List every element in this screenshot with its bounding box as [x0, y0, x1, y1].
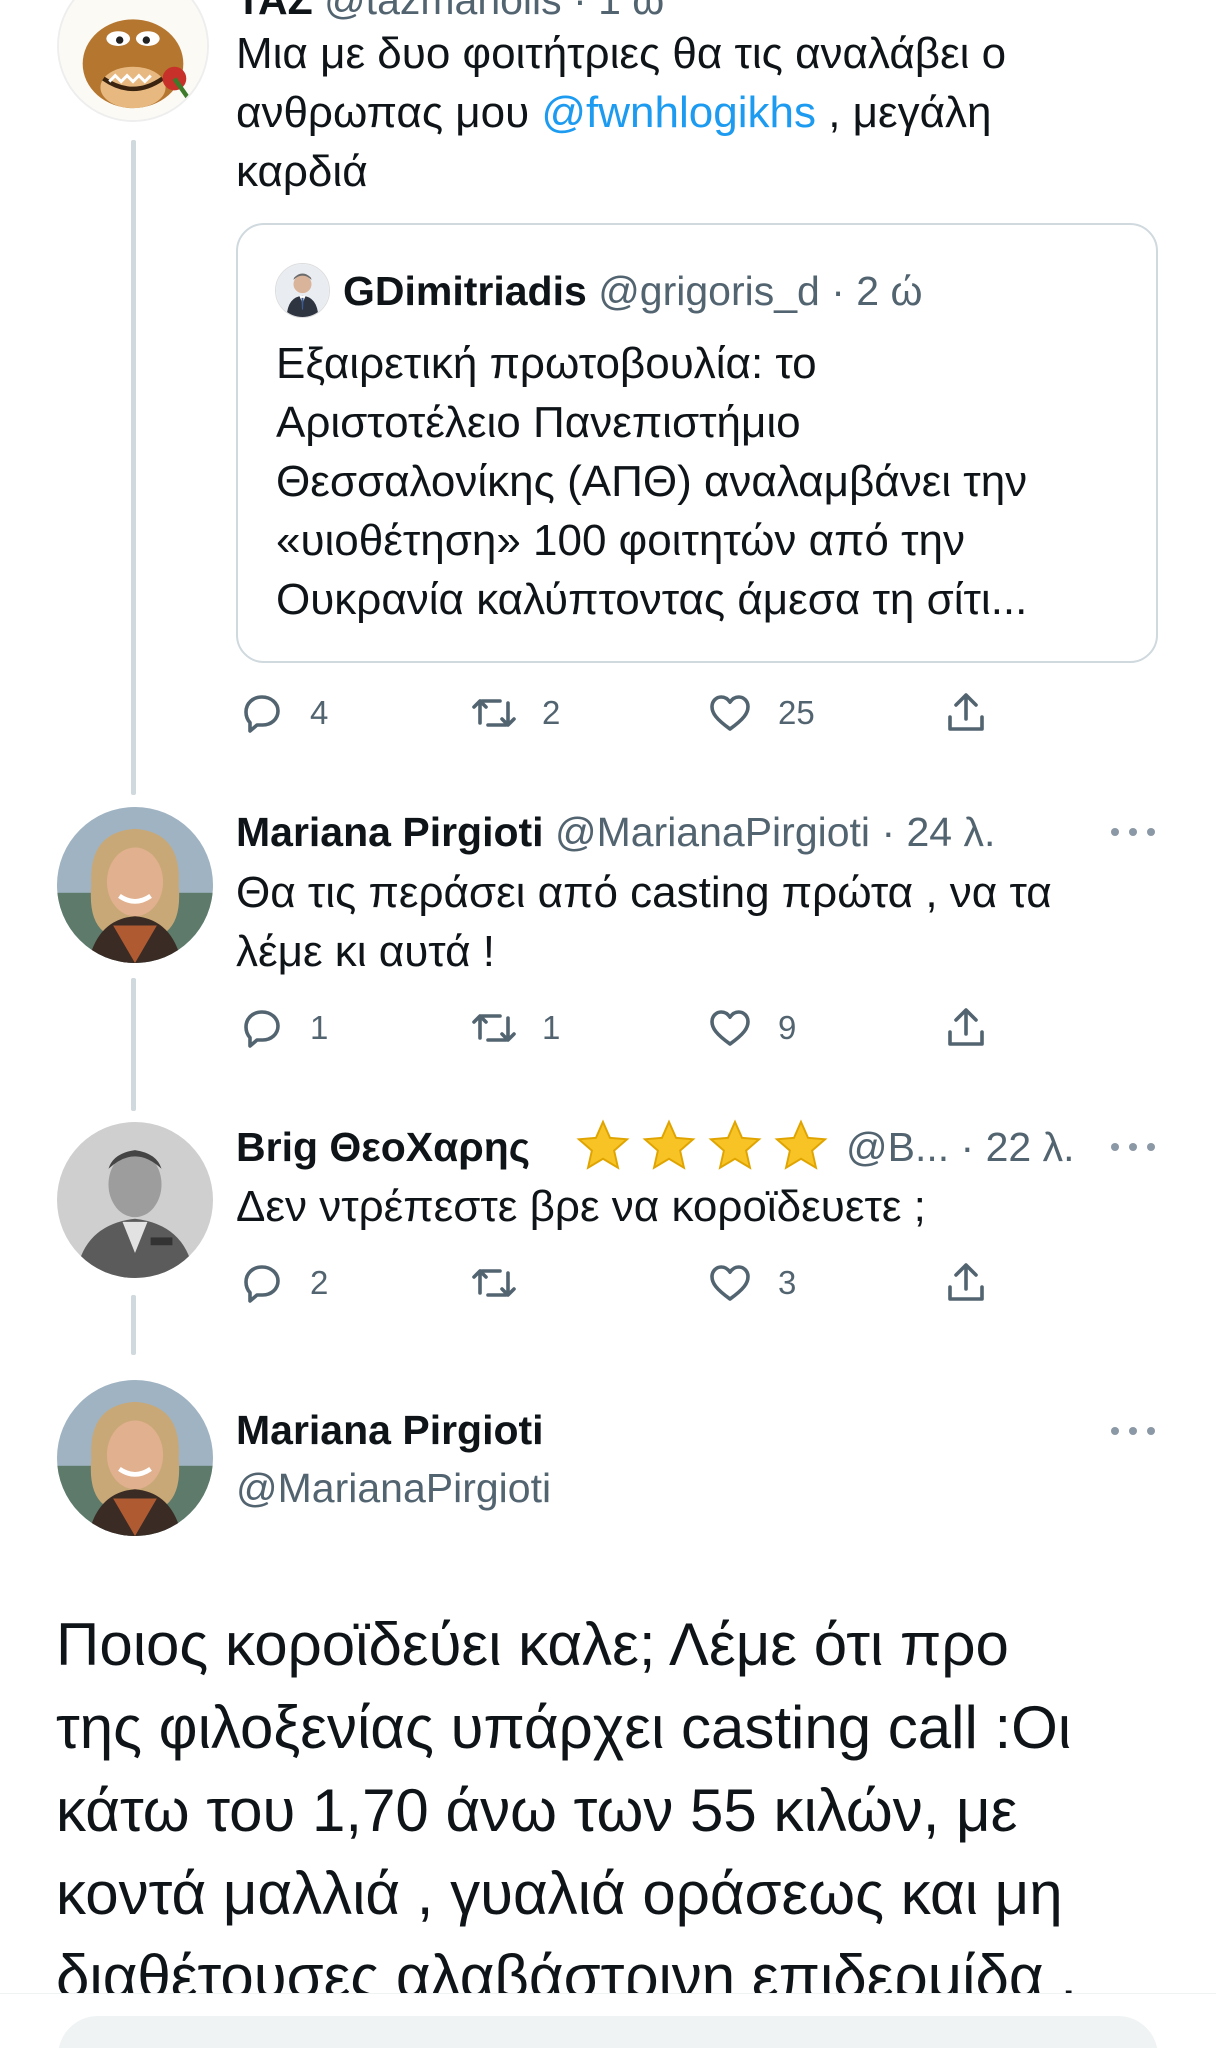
retweet-button[interactable] [470, 1258, 518, 1308]
like-count: 25 [778, 694, 815, 731]
retweet-button[interactable]: 1 [470, 1003, 560, 1053]
star-emoji [708, 1119, 762, 1170]
divider [0, 1993, 1216, 1994]
share-icon [948, 693, 984, 731]
heart-icon [710, 1265, 750, 1301]
retweet-count: 2 [542, 694, 561, 731]
star-emoji [576, 1119, 630, 1170]
reply-icon [244, 1010, 280, 1048]
thread-line [131, 140, 136, 795]
like-button[interactable]: 3 [706, 1258, 796, 1308]
more-icon[interactable] [1111, 1425, 1155, 1437]
avatar-mariana-main[interactable] [57, 1380, 213, 1536]
reply-count: 1 [310, 1009, 329, 1046]
retweet-icon [472, 1014, 516, 1042]
thread-line [131, 978, 136, 1111]
tweet1-header: ΤΑΖ @tazmanolis · 1 ώ [236, 0, 664, 26]
heart-icon [710, 695, 750, 731]
tweet1-text-post: , μεγάλη [815, 88, 992, 137]
reply-button[interactable]: 1 [238, 1003, 328, 1053]
mention-link[interactable]: @fwnhlogikhs [541, 88, 816, 137]
avatar-brig[interactable] [57, 1122, 213, 1278]
more-icon[interactable] [1111, 1141, 1155, 1153]
quote-time: · 2 ώ [831, 268, 923, 314]
retweet-icon [472, 1269, 516, 1297]
main-name[interactable]: Mariana Pirgioti [236, 1404, 544, 1456]
like-count: 3 [778, 1264, 797, 1301]
reply-input[interactable] [58, 2016, 1158, 2048]
retweet-count: 1 [542, 1009, 561, 1046]
reply-count: 4 [310, 694, 329, 731]
like-button[interactable]: 9 [706, 1003, 796, 1053]
tweet1-text-pre: ανθρωπας μου [236, 88, 542, 137]
tweet2-name[interactable]: Mariana Pirgioti [236, 809, 544, 855]
tweet1-text-line2: ανθρωπας μου @fwnhlogikhs , μεγάλη [236, 84, 992, 142]
retweet-icon [472, 699, 516, 727]
reply-count: 2 [310, 1264, 329, 1301]
thread-line [131, 1295, 136, 1355]
avatar-taz[interactable] [57, 0, 209, 122]
like-button[interactable]: 25 [706, 688, 815, 738]
more-icon[interactable] [1111, 826, 1155, 838]
quote-name[interactable]: GDimitriadis [343, 268, 587, 314]
main-text-line: της φιλοξενίας υπάρχει casting call :Οι [56, 1694, 1072, 1761]
tweet3-time: · 22 λ. [960, 1124, 1075, 1170]
tweet3-header: Brig ΘεοΧαρης [236, 1121, 530, 1173]
main-handle[interactable]: @MarianaPirgioti [236, 1462, 551, 1514]
avatar-mariana[interactable] [57, 807, 213, 963]
tweet2-handle[interactable]: @MarianaPirgioti [555, 809, 870, 855]
tweet1-handle[interactable]: @tazmanolis [324, 0, 562, 23]
tweet3-text: Δεν ντρέπεστε βρε να κοροϊδευετε ; [236, 1182, 926, 1231]
star-emoji [774, 1119, 828, 1170]
star-emoji [642, 1119, 696, 1170]
tweet1-text-line3: καρδιά [236, 147, 368, 196]
reply-button[interactable]: 4 [238, 688, 328, 738]
quote-handle[interactable]: @grigoris_d [598, 268, 820, 314]
share-button[interactable] [942, 1003, 990, 1053]
tweet2-text-line: Θα τις περάσει από casting πρώτα , να τα [236, 868, 1052, 917]
tweet1-name[interactable]: ΤΑΖ [236, 0, 313, 23]
star-emoji-group [574, 1117, 830, 1175]
reply-icon [244, 1265, 280, 1303]
share-button[interactable] [942, 688, 990, 738]
main-text-line: κάτω του 1,70 άνω των 55 κιλών, με [56, 1777, 1018, 1844]
tweet2-text-line: λέμε κι αυτά ! [236, 927, 495, 976]
retweet-button[interactable]: 2 [470, 688, 560, 738]
tweet3-name[interactable]: Brig ΘεοΧαρης [236, 1124, 530, 1170]
main-text-line: κοντά μαλλιά , γυαλιά οράσεως και μη [56, 1860, 1063, 1927]
main-text-line: Ποιος κοροϊδεύει καλε; Λέμε ότι προ [56, 1611, 1009, 1678]
reply-button[interactable]: 2 [238, 1258, 328, 1308]
quote-text-line: Θεσσαλονίκης (ΑΠΘ) αναλαμβάνει την [276, 457, 1028, 506]
tweet2-header: Mariana Pirgioti @MarianaPirgioti · 24 λ… [236, 806, 995, 858]
quote-text-line: «υιοθέτηση» 100 φοιτητών από την [276, 516, 965, 565]
quote-text-line: Αριστοτέλειο Πανεπιστήμιο [276, 398, 801, 447]
like-count: 9 [778, 1009, 797, 1046]
share-button[interactable] [942, 1258, 990, 1308]
quote-header: GDimitriadis @grigoris_d · 2 ώ [343, 265, 923, 317]
share-icon [948, 1263, 984, 1301]
tweet3-meta: @B... · 22 λ. [846, 1121, 1074, 1173]
quote-avatar[interactable] [275, 263, 330, 318]
main-text-line: διαθέτουσες αλαβάστρινη επιδερμίδα , [56, 1943, 1077, 1993]
tweet3-handle[interactable]: @B... [846, 1124, 949, 1170]
quote-text-line: Ουκρανία καλύπτοντας άμεσα τη σίτι... [276, 575, 1028, 624]
tweet1-time: · 1 ώ [573, 0, 665, 23]
tweet1-text-line1: Μια με δυο φοιτήτριες θα τις αναλάβει ο [236, 29, 1007, 78]
tweet2-time: · 24 λ. [881, 809, 996, 855]
quote-text-line: Εξαιρετική πρωτοβουλία: το [276, 339, 817, 388]
reply-icon [244, 695, 280, 733]
share-icon [948, 1008, 984, 1046]
heart-icon [710, 1010, 750, 1046]
